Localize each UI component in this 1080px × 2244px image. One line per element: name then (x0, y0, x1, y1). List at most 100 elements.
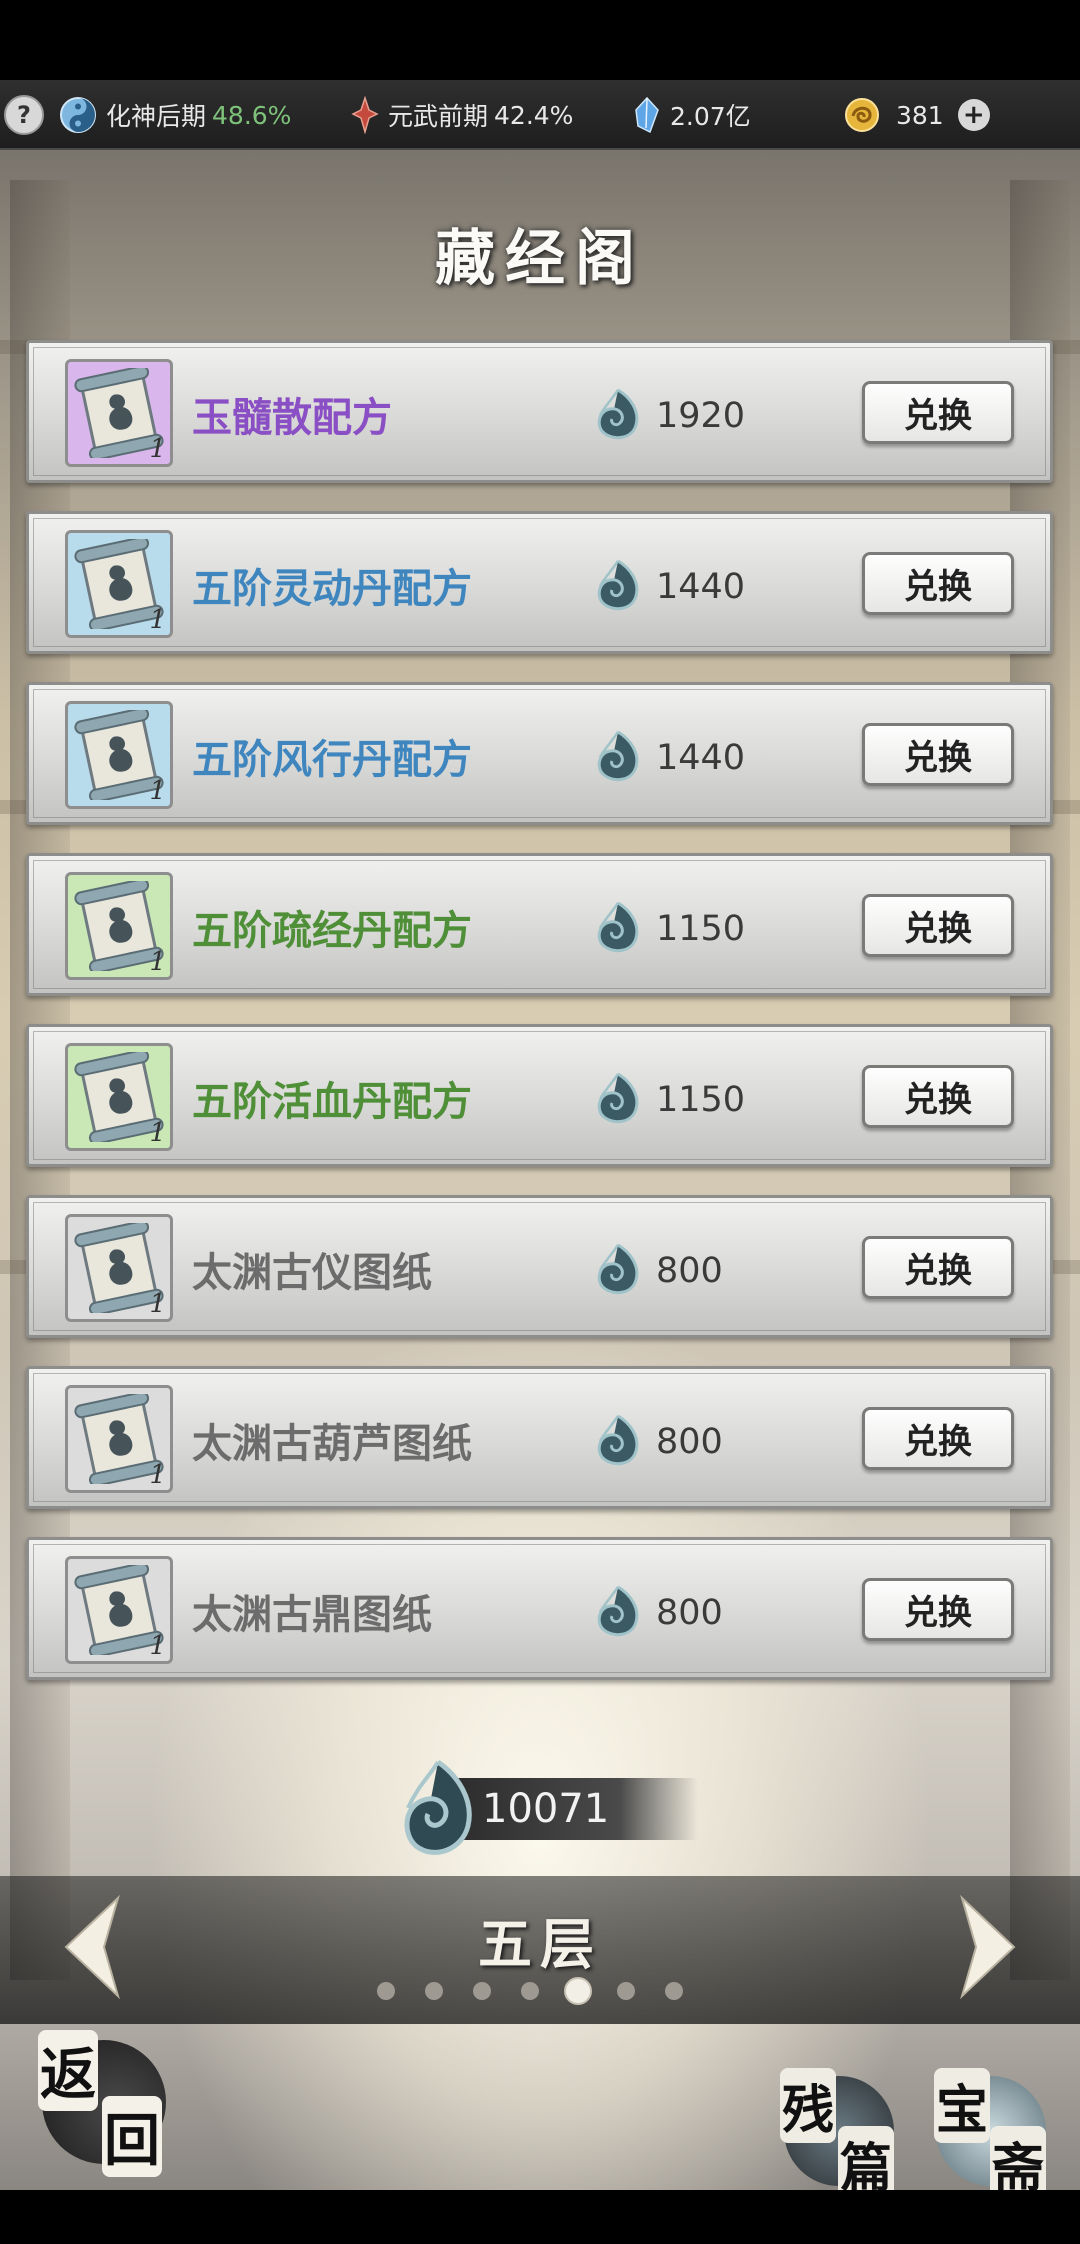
exchange-button[interactable]: 兑换 (862, 1407, 1014, 1470)
jade-swirl-icon (594, 1584, 642, 1642)
item-cost-value: 800 (656, 1251, 723, 1291)
exchange-button[interactable]: 兑换 (862, 1578, 1014, 1641)
system-navigation-area (0, 2190, 1080, 2244)
item-cost: 800 (594, 1584, 723, 1642)
item-cost-value: 800 (656, 1593, 723, 1633)
back-char-2: 回 (102, 2096, 162, 2177)
page-dot[interactable] (425, 1982, 443, 2000)
item-quantity: 1 (149, 1289, 166, 1319)
item-icon-box[interactable]: 1 (65, 1214, 173, 1322)
item-cost-value: 1150 (656, 1080, 746, 1120)
exchange-item-row: 1 玉髓散配方 1920 兑换 (26, 340, 1053, 483)
item-cost: 1440 (594, 729, 745, 787)
gold-balance: 381 + (842, 80, 998, 150)
exchange-button[interactable]: 兑换 (862, 552, 1014, 615)
item-name: 玉髓散配方 (192, 395, 392, 441)
page-dot[interactable] (377, 1982, 395, 2000)
martial-label: 元武前期 (388, 102, 489, 131)
item-icon-box[interactable]: 1 (65, 872, 173, 980)
item-name: 五阶灵动丹配方 (192, 566, 472, 612)
floor-label: 五层 (478, 1912, 602, 1976)
martial-status: 元武前期 42.4% (350, 80, 573, 150)
item-icon-box[interactable]: 1 (65, 359, 173, 467)
back-char-1: 返 (38, 2030, 98, 2111)
item-name: 太渊古葫芦图纸 (192, 1421, 472, 1467)
item-quantity: 1 (149, 947, 166, 977)
item-cost: 1150 (594, 1071, 745, 1129)
item-icon-box[interactable]: 1 (65, 1385, 173, 1493)
item-name: 五阶疏经丹配方 (192, 908, 472, 954)
item-cost: 800 (594, 1242, 723, 1300)
exchange-button[interactable]: 兑换 (862, 1236, 1014, 1299)
total-currency: 10071 (398, 1756, 708, 1862)
item-icon-box[interactable]: 1 (65, 1043, 173, 1151)
item-quantity: 1 (149, 1118, 166, 1148)
fragments-button[interactable]: 残 篇 (780, 2068, 895, 2201)
jade-swirl-icon (594, 558, 642, 616)
item-icon-box[interactable]: 1 (65, 530, 173, 638)
item-name: 五阶活血丹配方 (192, 1079, 472, 1125)
page-dot[interactable] (617, 1982, 635, 2000)
exchange-button[interactable]: 兑换 (862, 381, 1014, 444)
page-dot[interactable] (665, 1982, 683, 2000)
item-cost-value: 1440 (656, 567, 746, 607)
item-cost-value: 1150 (656, 909, 746, 949)
total-currency-value: 10071 (482, 1786, 610, 1832)
item-cost-value: 1920 (656, 396, 746, 436)
treasure-shop-button[interactable]: 宝 斋 (934, 2068, 1047, 2201)
jade-swirl-icon (594, 387, 642, 445)
item-name: 太渊古仪图纸 (192, 1250, 432, 1296)
help-button[interactable]: ? (4, 80, 52, 150)
jade-swirl-icon (594, 1413, 642, 1471)
yin-yang-icon (58, 95, 98, 135)
jade-swirl-icon (594, 729, 642, 787)
page-title: 藏经阁 (435, 224, 645, 294)
page-dot-active[interactable] (564, 1977, 592, 2005)
item-name: 五阶风行丹配方 (192, 737, 472, 783)
item-quantity: 1 (149, 1460, 166, 1490)
item-cost-value: 1440 (656, 738, 746, 778)
item-name: 太渊古鼎图纸 (192, 1592, 432, 1638)
treasure-char-1: 宝 (934, 2068, 991, 2143)
exchange-item-row: 1 五阶风行丹配方 1440 兑换 (26, 682, 1053, 825)
exchange-item-row: 1 太渊古鼎图纸 800 兑换 (26, 1537, 1053, 1680)
realm-label: 化神后期 (106, 102, 207, 131)
exchange-button[interactable]: 兑换 (862, 894, 1014, 957)
resource-bar: ? 化神后期 48.6% 元武前期 42.4% 2.07亿 381 + (0, 80, 1080, 150)
spirit-stone-balance: 2.07亿 (632, 80, 751, 150)
plus-icon[interactable]: + (957, 99, 990, 131)
exchange-button[interactable]: 兑换 (862, 723, 1014, 786)
item-quantity: 1 (149, 434, 166, 464)
exchange-button[interactable]: 兑换 (862, 1065, 1014, 1128)
gold-coin-icon (842, 95, 882, 135)
realm-status: 化神后期 48.6% (58, 80, 291, 150)
jade-swirl-icon (594, 1242, 642, 1300)
page-dot[interactable] (473, 1982, 491, 2000)
jade-swirl-icon (594, 1071, 642, 1129)
exchange-item-row: 1 五阶灵动丹配方 1440 兑换 (26, 511, 1053, 654)
realm-progress: 48.6% (212, 100, 292, 130)
page-dot[interactable] (521, 1982, 539, 2000)
exchange-item-row: 1 五阶疏经丹配方 1150 兑换 (26, 853, 1053, 996)
item-cost: 800 (594, 1413, 723, 1471)
item-cost: 1440 (594, 558, 745, 616)
spirit-stone-value: 2.07亿 (670, 102, 751, 131)
crystal-icon (632, 95, 662, 135)
question-icon[interactable]: ? (4, 95, 44, 135)
exchange-item-row: 1 太渊古葫芦图纸 800 兑换 (26, 1366, 1053, 1509)
item-cost-value: 800 (656, 1422, 723, 1462)
item-quantity: 1 (149, 605, 166, 635)
back-button[interactable]: 返 回 (38, 2030, 166, 2177)
gold-value: 381 (896, 100, 944, 130)
item-cost: 1920 (594, 387, 745, 445)
martial-progress: 42.4% (494, 100, 574, 130)
jade-swirl-icon (594, 900, 642, 958)
item-quantity: 1 (149, 1631, 166, 1661)
item-icon-box[interactable]: 1 (65, 701, 173, 809)
item-cost: 1150 (594, 900, 745, 958)
item-icon-box[interactable]: 1 (65, 1556, 173, 1664)
item-quantity: 1 (149, 776, 166, 806)
fragments-char-1: 残 (780, 2068, 837, 2143)
jade-swirl-icon (398, 1756, 478, 1866)
exchange-item-row: 1 太渊古仪图纸 800 兑换 (26, 1195, 1053, 1338)
